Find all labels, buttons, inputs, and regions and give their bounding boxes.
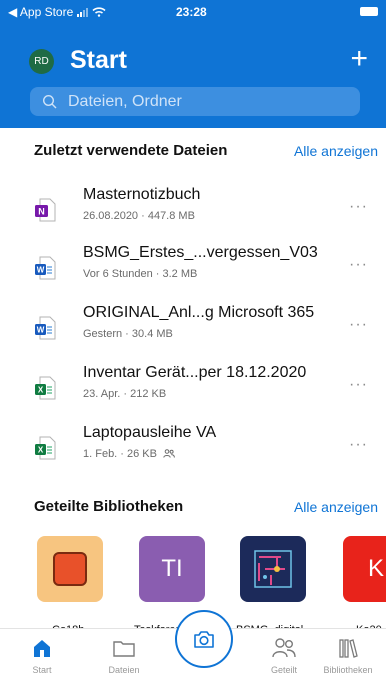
more-options-button[interactable]: ··· [349,376,368,394]
folder-icon [113,641,135,657]
word-icon: W [35,256,56,280]
signal-icon [77,7,89,17]
app-header: ◀ App Store 23:28 RD Start + [0,0,386,128]
shared-icon [163,449,175,458]
file-row[interactable]: W ORIGINAL_Anl...g Microsoft 365 Gestern… [0,302,386,358]
library-tile[interactable]: K [343,536,386,626]
library-icon: K [343,536,386,602]
status-bar: ◀ App Store 23:28 [0,0,386,22]
recent-see-all-link[interactable]: Alle anzeigen [294,143,378,159]
libraries-see-all-link[interactable]: Alle anzeigen [294,499,378,515]
file-name: Masternotizbuch [83,186,201,203]
svg-text:W: W [37,266,45,275]
tab-label: Bibliotheken [323,665,373,675]
more-options-button[interactable]: ··· [349,256,368,274]
avatar[interactable]: RD [29,49,54,74]
camera-scan-button[interactable] [175,610,233,668]
more-options-button[interactable]: ··· [349,316,368,334]
file-meta: 26.08.2020 · 447.8 MB [83,210,195,222]
file-meta-text: 1. Feb. · 26 KB [83,448,157,460]
word-icon: W [35,316,56,340]
library-tile[interactable] [37,536,103,626]
tab-geteilt[interactable]: Geteilt [254,637,314,675]
file-meta: Gestern · 30.4 MB [83,328,173,340]
tab-label: Dateien [108,665,140,675]
file-row[interactable]: X Inventar Gerät...per 18.12.2020 23. Ap… [0,362,386,418]
status-time: 23:28 [176,5,207,19]
library-icon: TI [139,536,205,602]
more-options-button[interactable]: ··· [349,198,368,216]
header-row: RD Start + [0,44,386,80]
library-icon [240,536,306,602]
libraries-icon [339,639,358,658]
shared-people-icon [272,638,296,658]
battery-icon [360,7,378,16]
circuit-logo-icon [254,550,292,588]
recent-files-header: Zuletzt verwendete Dateien Alle anzeigen [34,142,378,159]
recent-files-title: Zuletzt verwendete Dateien [34,142,228,159]
svg-text:X: X [38,446,44,455]
libraries-header: Geteilte Bibliotheken Alle anzeigen [34,498,378,515]
excel-icon: X [35,376,56,400]
svg-text:N: N [38,207,45,217]
search-icon [42,94,57,108]
tab-bibliotheken[interactable]: Bibliotheken [318,637,378,675]
file-name: ORIGINAL_Anl...g Microsoft 365 [83,304,315,321]
libraries-title: Geteilte Bibliotheken [34,498,184,515]
status-left: ◀ App Store [8,5,106,19]
file-name: BSMG_Erstes_...vergessen_V03 [83,244,318,261]
library-tile[interactable] [240,536,306,626]
tab-start[interactable]: Start [12,637,72,675]
svg-text:X: X [38,386,44,395]
home-icon [34,640,50,657]
file-meta: 1. Feb. · 26 KB [83,448,175,460]
tab-dateien[interactable]: Dateien [94,637,154,675]
file-meta: 23. Apr. · 212 KB [83,388,167,400]
page-title: Start [70,46,127,74]
file-name: Laptopausleihe VA [83,424,217,441]
tab-label: Start [32,665,52,675]
search-bar[interactable] [30,87,360,116]
file-row[interactable]: N Masternotizbuch 26.08.2020 · 447.8 MB … [0,184,386,240]
library-logo [53,552,87,586]
file-meta: Vor 6 Stunden · 3.2 MB [83,268,198,280]
search-input[interactable] [66,91,350,112]
onenote-icon: N [35,198,56,222]
more-options-button[interactable]: ··· [349,436,368,454]
camera-icon [194,631,214,648]
svg-text:W: W [37,326,45,335]
back-to-app-store-link[interactable]: ◀ App Store [8,5,73,19]
file-row[interactable]: X Laptopausleihe VA 1. Feb. · 26 KB ··· [0,422,386,478]
file-name: Inventar Gerät...per 18.12.2020 [83,364,307,381]
library-icon [37,536,103,602]
wifi-icon [92,7,106,17]
add-button[interactable]: + [350,44,368,74]
file-row[interactable]: W BSMG_Erstes_...vergessen_V03 Vor 6 Stu… [0,242,386,298]
tab-label: Geteilt [270,665,297,675]
excel-icon: X [35,436,56,460]
